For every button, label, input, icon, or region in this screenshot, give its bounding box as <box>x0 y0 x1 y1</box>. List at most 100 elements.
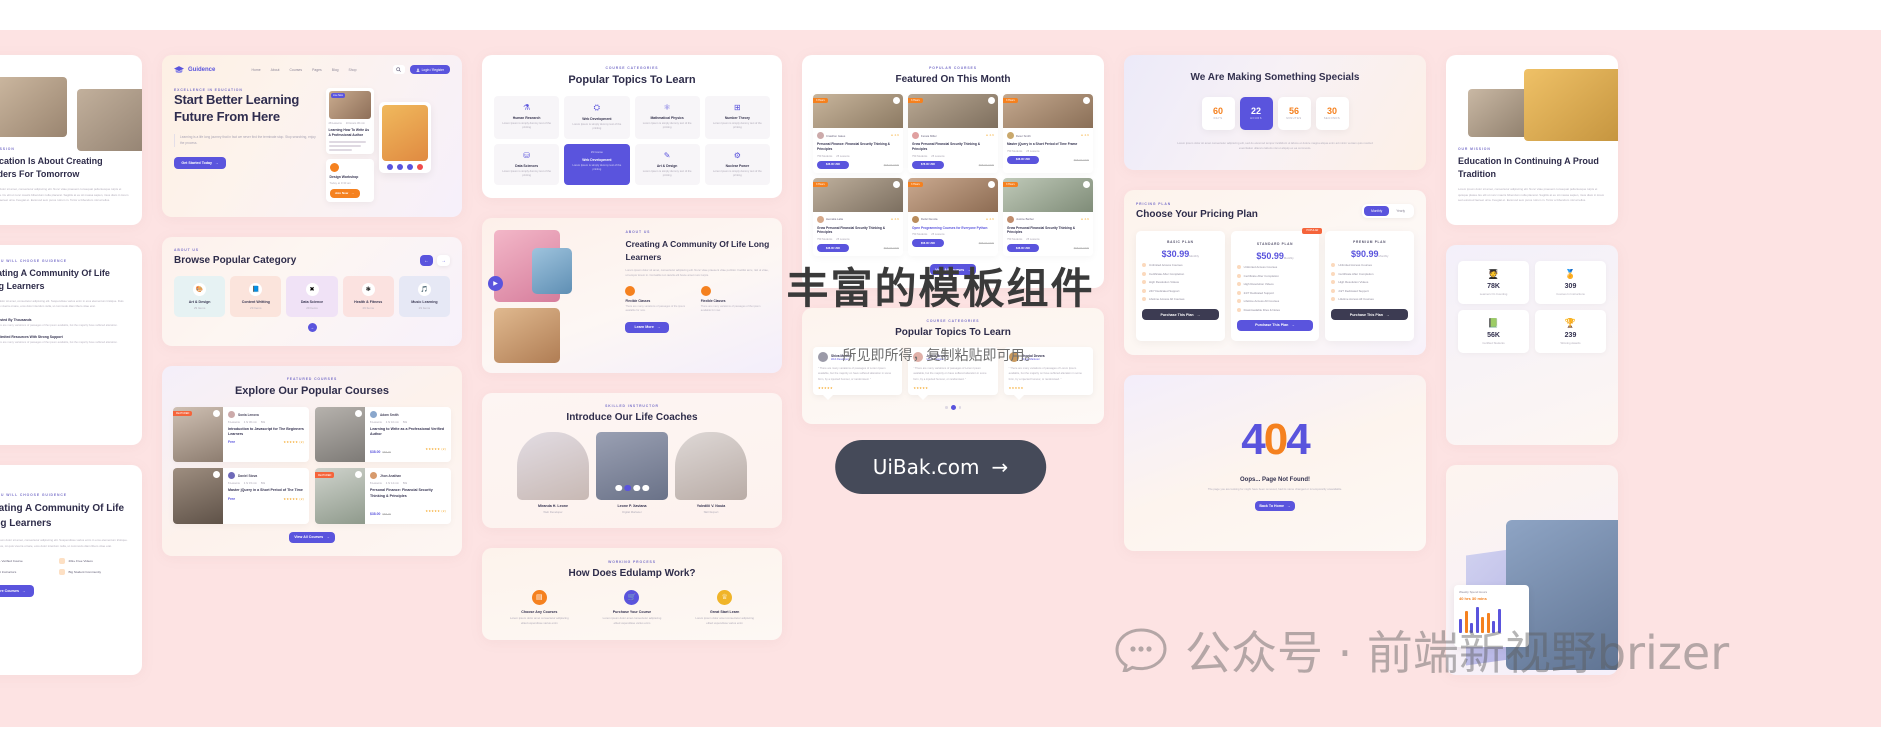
featured-course-card[interactable]: 3 Hours Deter Smith ★ 4.9 Master jQuery i… <box>1003 94 1093 173</box>
nav-item-shop[interactable]: Shop <box>349 68 357 72</box>
category-next-button[interactable]: → <box>307 323 317 332</box>
uibak-link-button[interactable]: UiBak.com → <box>834 440 1047 494</box>
fm-price-button[interactable]: $38.00 USD <box>1007 244 1039 253</box>
video-controls <box>382 164 428 170</box>
fm-price-button[interactable]: $38.00 USD <box>817 160 849 169</box>
featured-course-card[interactable]: 3 Hours Crawfion Gates ★ 4.9 Personal Fin… <box>813 94 903 173</box>
featured-course-card[interactable]: 3 Hours Hemalia Lalia ★ 4.9 Grow Personal… <box>813 177 903 257</box>
end-call-icon[interactable] <box>416 164 423 170</box>
fm-lessons: 25 Lessons <box>931 233 945 237</box>
featured-course-card[interactable]: 3 Hours Justine Barber ★ 4.9 Grow Persona… <box>1003 177 1093 257</box>
coach-card[interactable]: Yoledilii V. Nouia SEO Expert <box>675 432 747 514</box>
card-how-it-works[interactable]: WORKING PROCESS How Does Edulamp Work? ▤… <box>482 547 782 640</box>
course-card[interactable]: FEATURED Jhon Anathan 8 Lessons 4 hr 14 … <box>315 468 451 524</box>
nav-item-courses[interactable]: Courses <box>289 68 302 72</box>
topic-card[interactable]: ⛭ Web Development Lorem Ipsum is simply du… <box>564 96 630 139</box>
coach-name: Leone P. Xaviana <box>617 504 647 509</box>
camera-icon[interactable] <box>406 164 413 170</box>
chat-icon[interactable] <box>396 164 403 170</box>
pc-grid: FEATURED Sonia Lenova 8 Lessons 4 hr 30 … <box>173 407 451 524</box>
topics-eyebrow: COURSE CATEGORIES <box>605 66 659 70</box>
coach-card[interactable]: Miranda H. Leone Web Developer <box>517 432 589 514</box>
purchase-standard-button[interactable]: Purchase This Plan → <box>1236 319 1314 331</box>
card-404[interactable]: 404 Oops... Page Not Found! The page you… <box>1124 374 1426 551</box>
facebook-icon[interactable] <box>615 484 622 492</box>
card-popular-courses[interactable]: FEATURED COURSES Explore Our Popular Cou… <box>162 366 462 556</box>
featured-course-card[interactable]: 3 Hours Defar Denola ★ 4.9 Open Programmi… <box>908 177 998 257</box>
nav-item-pages[interactable]: Pages <box>312 68 322 72</box>
fm-students: 750 Students <box>912 154 928 158</box>
wishlist-icon[interactable] <box>1083 180 1090 188</box>
featured-course-card[interactable]: 3 Hours Ferara Miller ★ 4.9 Grow Personal… <box>908 94 998 173</box>
course-old-price: $58.00 <box>382 511 391 516</box>
course-card[interactable]: FEATURED Sonia Lenova 8 Lessons 4 hr 30 … <box>173 407 309 463</box>
course-card[interactable]: Adam Smith 8 Lessons 4 hr 10 min 50k Lea… <box>315 407 451 463</box>
dot[interactable] <box>958 406 961 409</box>
back-home-button[interactable]: Back To Home → <box>1255 500 1295 511</box>
toggle-monthly[interactable]: Monthly <box>1364 205 1390 216</box>
linkedin-icon[interactable] <box>642 484 649 492</box>
topic-card[interactable]: ⊞ Number Theory Lorem Ipsum is simply dumm… <box>704 96 770 139</box>
view-all-courses-button[interactable]: View All Courses → <box>289 531 335 543</box>
twitter-icon[interactable] <box>624 484 631 492</box>
topic-card-active[interactable]: 29 Course Web Development Lorem Ipsum is s… <box>564 143 630 186</box>
topic-card[interactable]: ⚗ Human Research Lorem Ipsum is simply dum… <box>494 96 560 139</box>
mic-icon[interactable] <box>386 164 393 170</box>
wishlist-icon[interactable] <box>988 97 995 104</box>
card-featured-month[interactable]: POPULAR COURSES Featured On This Month 3… <box>802 55 1104 289</box>
course-card[interactable]: Daniel Stova 8 Lessons 4 hr 15 min 50k M… <box>173 468 309 524</box>
arrow-right-icon: → <box>656 325 661 330</box>
dot[interactable] <box>945 406 948 409</box>
fm-price-button[interactable]: $38.00 USD <box>817 244 849 253</box>
topic-card[interactable]: ⚛ Mathmatical Physics Lorem Ipsum is simpl… <box>634 96 700 139</box>
mini-course-card[interactable]: Live Now 28 Lessons 10 Hours 30 min Lear… <box>325 88 374 155</box>
brand-logo[interactable]: Guidence <box>174 66 215 73</box>
card-popular-topics[interactable]: COURSE CATEGORIES Popular Topics To Lear… <box>482 55 782 199</box>
wishlist-icon[interactable] <box>893 97 900 104</box>
toggle-yearly[interactable]: Yearly <box>1389 206 1412 216</box>
get-started-button[interactable]: Get Started Today → <box>174 156 226 169</box>
login-register-button[interactable]: Login / Register <box>409 65 450 74</box>
topic-card[interactable]: ⛁ Data Sciences Lorem Ipsum is simply dumm… <box>494 143 560 186</box>
card-choose-bullets-left[interactable]: WHY YOU WILL CHOOSE GUIDENCE Creating A … <box>0 465 142 675</box>
topic-card[interactable]: ✎ Art & Design Lorem Ipsum is simply dummy… <box>634 143 700 186</box>
wishlist-icon[interactable] <box>893 180 900 188</box>
fm-price-button[interactable]: $58.00 USD <box>912 239 944 248</box>
fm-price: $38.00 USD <box>825 246 841 250</box>
fm-price-button[interactable]: $78.00 USD <box>912 160 944 169</box>
card-countdown[interactable]: We Are Making Something Specials 60 DAYS… <box>1124 55 1426 170</box>
wishlist-icon[interactable] <box>213 471 220 479</box>
fm-price-button[interactable]: $38.00 USD <box>1007 155 1039 164</box>
explore-courses-button[interactable]: Explore Courses→ <box>0 585 34 598</box>
card-coaches[interactable]: SKILLED INSTRUCTOR Introduce Our Life Co… <box>482 393 782 528</box>
dot-active[interactable] <box>950 404 956 410</box>
fm-rating: ★ 4.9 <box>985 217 994 221</box>
wishlist-icon[interactable] <box>355 410 362 417</box>
card-mission-left[interactable]: OUR MISSION Education Is About Creating … <box>0 55 142 225</box>
nav-item-blog[interactable]: Blog <box>332 68 339 72</box>
step-desc: Lorem ipsum dolor amet consectetur adipi… <box>695 616 754 625</box>
topic-card[interactable]: ⚙ Nuclear Power Lorem Ipsum is simply dumm… <box>704 143 770 186</box>
card-testimonials[interactable]: COURSE CATEGORIES Popular Topics To Lear… <box>802 308 1104 424</box>
card-hero[interactable]: Guidence Home About Courses Pages Blog S… <box>162 55 462 217</box>
workshop-card[interactable]: Design Workshop Today at 9:30 am Join No… <box>325 159 374 202</box>
search-button[interactable] <box>392 65 405 74</box>
cart-icon: 🛒 <box>624 589 640 605</box>
nav-item-about[interactable]: About <box>271 68 280 72</box>
nav-item-home[interactable]: Home <box>252 68 261 72</box>
award-icon: 🏆 <box>1564 318 1577 328</box>
wishlist-icon[interactable] <box>988 180 995 188</box>
wishlist-icon[interactable] <box>355 471 362 479</box>
instagram-icon[interactable] <box>633 484 640 492</box>
join-now-button[interactable]: Join Now → <box>329 188 360 198</box>
video-call-card[interactable] <box>378 102 431 173</box>
card-mission-right[interactable]: OUR MISSION Education In Continuing A Pr… <box>1446 55 1618 225</box>
billing-toggle[interactable]: Monthly Yearly <box>1362 203 1414 218</box>
course-rating: ★★★★★ (2) <box>283 440 304 445</box>
wishlist-icon[interactable] <box>1083 97 1090 104</box>
learn-more-button[interactable]: Learn More → <box>625 321 670 333</box>
wishlist-icon[interactable] <box>213 410 220 417</box>
coach-card[interactable]: Leone P. Xaviana Digital Marketer <box>596 432 668 514</box>
fm-author: Crawfion Gates <box>826 133 846 138</box>
mission-photo-2 <box>1524 69 1618 141</box>
